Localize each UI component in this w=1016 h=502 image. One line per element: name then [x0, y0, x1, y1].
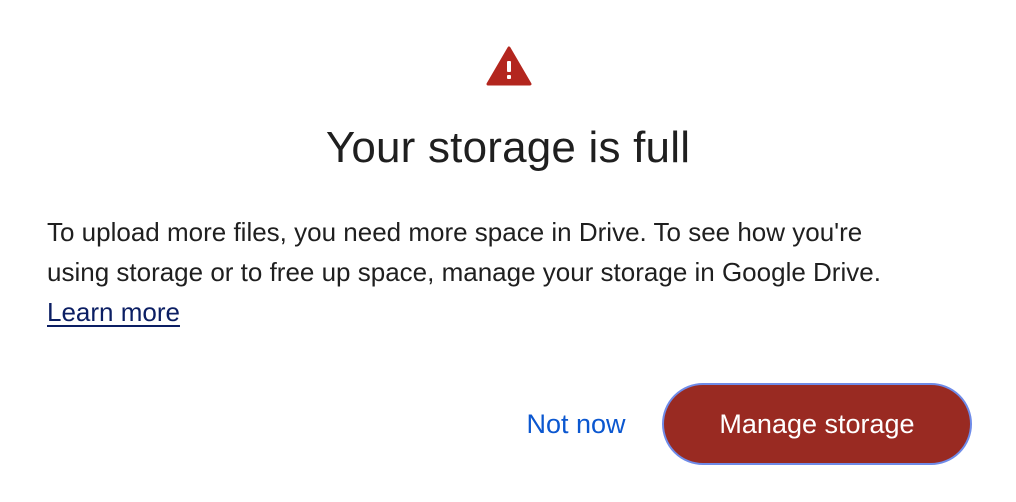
- dialog-title: Your storage is full: [325, 123, 691, 172]
- dialog-message-line-2: using storage or to free up space, manag…: [47, 257, 881, 287]
- dialog-message-line-1: To upload more files, you need more spac…: [47, 217, 863, 247]
- manage-storage-button[interactable]: Manage storage: [662, 383, 972, 465]
- storage-full-dialog: Your storage is full To upload more file…: [0, 0, 1016, 502]
- not-now-button[interactable]: Not now: [505, 398, 647, 450]
- learn-more-link[interactable]: Learn more: [47, 292, 180, 332]
- dialog-message: To upload more files, you need more spac…: [47, 212, 977, 332]
- warning-triangle-icon: [486, 46, 532, 86]
